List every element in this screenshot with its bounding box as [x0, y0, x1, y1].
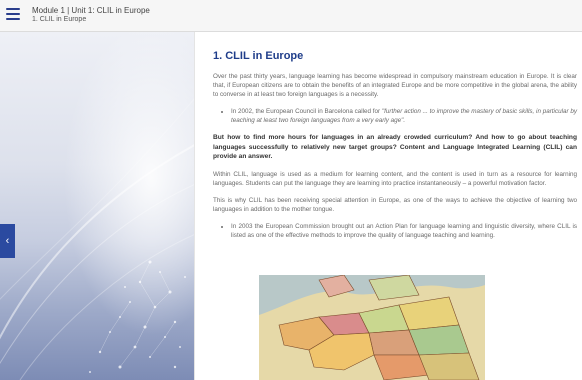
bullet-list-1: In 2002, the European Council in Barcelo…: [213, 107, 577, 125]
page-title: 1. CLIL in Europe: [213, 50, 304, 62]
intro-paragraph: Over the past thirty years, language lea…: [213, 73, 577, 98]
network-globe-graphic: [0, 32, 194, 380]
europe-map-illustration: [259, 275, 485, 380]
section-subtitle: 1. CLIL in Europe: [32, 16, 87, 23]
list-item: In 2003 the European Commission brought …: [231, 222, 577, 240]
bullet-list-2: In 2003 the European Commission brought …: [213, 222, 577, 240]
content-inner: 1. CLIL in Europe Over the past thirty y…: [213, 50, 577, 248]
hamburger-menu-icon[interactable]: [6, 8, 20, 20]
module-title: Module 1 | Unit 1: CLIL in Europe: [32, 6, 150, 15]
clil-paragraph: Within CLIL, language is used as a mediu…: [213, 170, 577, 187]
europe-map-image: [259, 275, 485, 380]
previous-page-button[interactable]: ‹: [0, 224, 15, 258]
attention-paragraph: This is why CLIL has been receiving spec…: [213, 196, 577, 213]
decorative-globe-panel: ‹: [0, 32, 194, 380]
list-item: In 2002, the European Council in Barcelo…: [231, 107, 577, 125]
question-paragraph: But how to find more hours for languages…: [213, 134, 577, 160]
bullet1-text: In 2002, the European Council in Barcelo…: [231, 108, 382, 115]
content-panel: 1. CLIL in Europe Over the past thirty y…: [194, 32, 582, 380]
top-bar: Module 1 | Unit 1: CLIL in Europe 1. CLI…: [0, 0, 582, 32]
chevron-left-icon: ‹: [5, 235, 10, 247]
